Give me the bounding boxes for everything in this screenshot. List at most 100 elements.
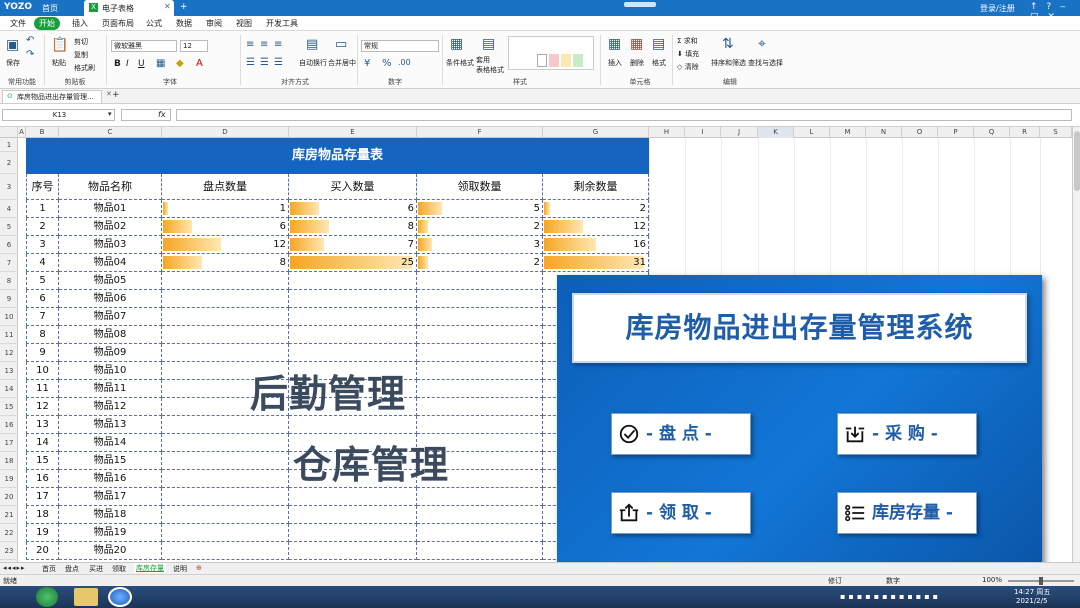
qty-cell-buy[interactable]: 7 — [289, 236, 417, 254]
row-number[interactable]: 2 — [26, 218, 59, 236]
sheet-nav-arrows[interactable]: ◂◂◂▸▸ — [3, 564, 26, 572]
zoom-slider-thumb[interactable] — [1039, 577, 1043, 585]
row-header[interactable]: 20 — [0, 488, 18, 506]
style-swatch[interactable] — [537, 54, 547, 67]
sheet-tab-active[interactable]: 库房存量 — [134, 563, 166, 573]
row-header[interactable]: 1 — [0, 138, 18, 152]
qty-cell-remain[interactable]: 31 — [543, 254, 649, 272]
row-header[interactable]: 3 — [0, 174, 18, 200]
column-header[interactable]: C — [59, 127, 162, 138]
qty-cell-count[interactable] — [162, 470, 289, 488]
row-header[interactable]: 11 — [0, 326, 18, 344]
wrap-icon[interactable]: ▤ — [306, 37, 318, 52]
folder-icon[interactable] — [74, 588, 98, 606]
add-doc-icon[interactable]: + — [112, 90, 120, 100]
row-header[interactable]: 8 — [0, 272, 18, 290]
row-number[interactable]: 18 — [26, 506, 59, 524]
row-number[interactable]: 19 — [26, 524, 59, 542]
font-size-select[interactable]: 12 — [180, 40, 208, 52]
qty-cell-remain[interactable]: 2 — [543, 200, 649, 218]
align-middle-icon[interactable]: ≡ — [260, 39, 268, 50]
row-header[interactable]: 14 — [0, 380, 18, 398]
sum-button[interactable]: Σ 求和 — [677, 36, 698, 46]
row-number[interactable]: 13 — [26, 416, 59, 434]
qty-cell-count[interactable] — [162, 506, 289, 524]
qty-cell-take[interactable] — [417, 362, 543, 380]
row-header[interactable]: 21 — [0, 506, 18, 524]
border-icon[interactable]: ▦ — [156, 58, 165, 69]
delete-cells-icon[interactable]: ▦ — [630, 36, 643, 52]
row-number[interactable]: 4 — [26, 254, 59, 272]
item-name[interactable]: 物品03 — [59, 236, 162, 254]
undo-icon[interactable]: ↶ — [26, 35, 34, 46]
sheet-tab[interactable]: 盘点 — [65, 564, 79, 574]
app-icon[interactable] — [108, 587, 132, 607]
column-header[interactable]: J — [721, 127, 758, 138]
qty-cell-buy[interactable] — [289, 416, 417, 434]
row-header[interactable]: 13 — [0, 362, 18, 380]
menu-home[interactable]: 开始 — [34, 17, 60, 30]
menu-file[interactable]: 文件 — [10, 18, 26, 29]
style-swatch[interactable] — [549, 54, 559, 67]
qty-cell-buy[interactable] — [289, 542, 417, 560]
qty-cell-count[interactable] — [162, 308, 289, 326]
item-name[interactable]: 物品16 — [59, 470, 162, 488]
row-header[interactable]: 7 — [0, 254, 18, 272]
item-name[interactable]: 物品20 — [59, 542, 162, 560]
qty-cell-count[interactable] — [162, 416, 289, 434]
qty-cell-take[interactable] — [417, 488, 543, 506]
qty-cell-count[interactable] — [162, 344, 289, 362]
row-header[interactable]: 17 — [0, 434, 18, 452]
column-header[interactable]: P — [938, 127, 974, 138]
cut-button[interactable]: 剪切 — [74, 37, 88, 47]
start-icon[interactable] — [36, 587, 58, 607]
close-tab-icon[interactable]: ✕ — [164, 2, 171, 11]
column-header[interactable]: G — [543, 127, 649, 138]
clear-button[interactable]: ◇ 清除 — [677, 62, 699, 72]
row-header[interactable]: 19 — [0, 470, 18, 488]
drag-handle[interactable] — [624, 2, 656, 7]
column-header[interactable]: R — [1010, 127, 1040, 138]
row-header[interactable]: 5 — [0, 218, 18, 236]
qty-cell-count[interactable] — [162, 272, 289, 290]
column-title[interactable]: 物品名称 — [59, 174, 162, 200]
stock-button[interactable]: 库房存量 - — [837, 492, 977, 534]
find-select-button[interactable]: 查找与选择 — [748, 58, 783, 68]
save-icon[interactable]: ▣ — [6, 37, 19, 53]
item-name[interactable]: 物品01 — [59, 200, 162, 218]
row-header[interactable]: 4 — [0, 200, 18, 218]
insert-cells-button[interactable]: 插入 — [608, 58, 622, 68]
column-header[interactable]: Q — [974, 127, 1010, 138]
qty-cell-count[interactable] — [162, 542, 289, 560]
qty-cell-buy[interactable] — [289, 308, 417, 326]
sheet-tab[interactable]: 买进 — [89, 564, 103, 574]
item-name[interactable]: 物品05 — [59, 272, 162, 290]
row-number[interactable]: 16 — [26, 470, 59, 488]
qty-cell-count[interactable] — [162, 524, 289, 542]
close-doc-icon[interactable]: ✕ — [106, 90, 112, 98]
row-header[interactable]: 2 — [0, 152, 18, 174]
row-header[interactable]: 16 — [0, 416, 18, 434]
menu-developer[interactable]: 开发工具 — [266, 18, 298, 29]
qty-cell-take[interactable] — [417, 290, 543, 308]
qty-cell-count[interactable] — [162, 434, 289, 452]
row-header[interactable]: 18 — [0, 452, 18, 470]
style-swatch[interactable] — [573, 54, 583, 67]
row-number[interactable]: 15 — [26, 452, 59, 470]
qty-cell-remain[interactable]: 16 — [543, 236, 649, 254]
qty-cell-buy[interactable] — [289, 326, 417, 344]
column-header[interactable]: S — [1040, 127, 1072, 138]
merge-button[interactable]: 合并居中 — [328, 58, 356, 68]
menu-page-layout[interactable]: 页面布局 — [102, 18, 134, 29]
font-color-icon[interactable]: A — [196, 58, 203, 69]
qty-cell-take[interactable] — [417, 344, 543, 362]
item-name[interactable]: 物品09 — [59, 344, 162, 362]
item-name[interactable]: 物品07 — [59, 308, 162, 326]
row-header[interactable]: 6 — [0, 236, 18, 254]
qty-cell-remain[interactable]: 12 — [543, 218, 649, 236]
column-title[interactable]: 领取数量 — [417, 174, 543, 200]
qty-cell-take[interactable] — [417, 416, 543, 434]
style-gallery[interactable] — [508, 36, 594, 70]
zoom-slider[interactable] — [1008, 577, 1074, 585]
withdraw-button[interactable]: - 领 取 - — [611, 492, 751, 534]
